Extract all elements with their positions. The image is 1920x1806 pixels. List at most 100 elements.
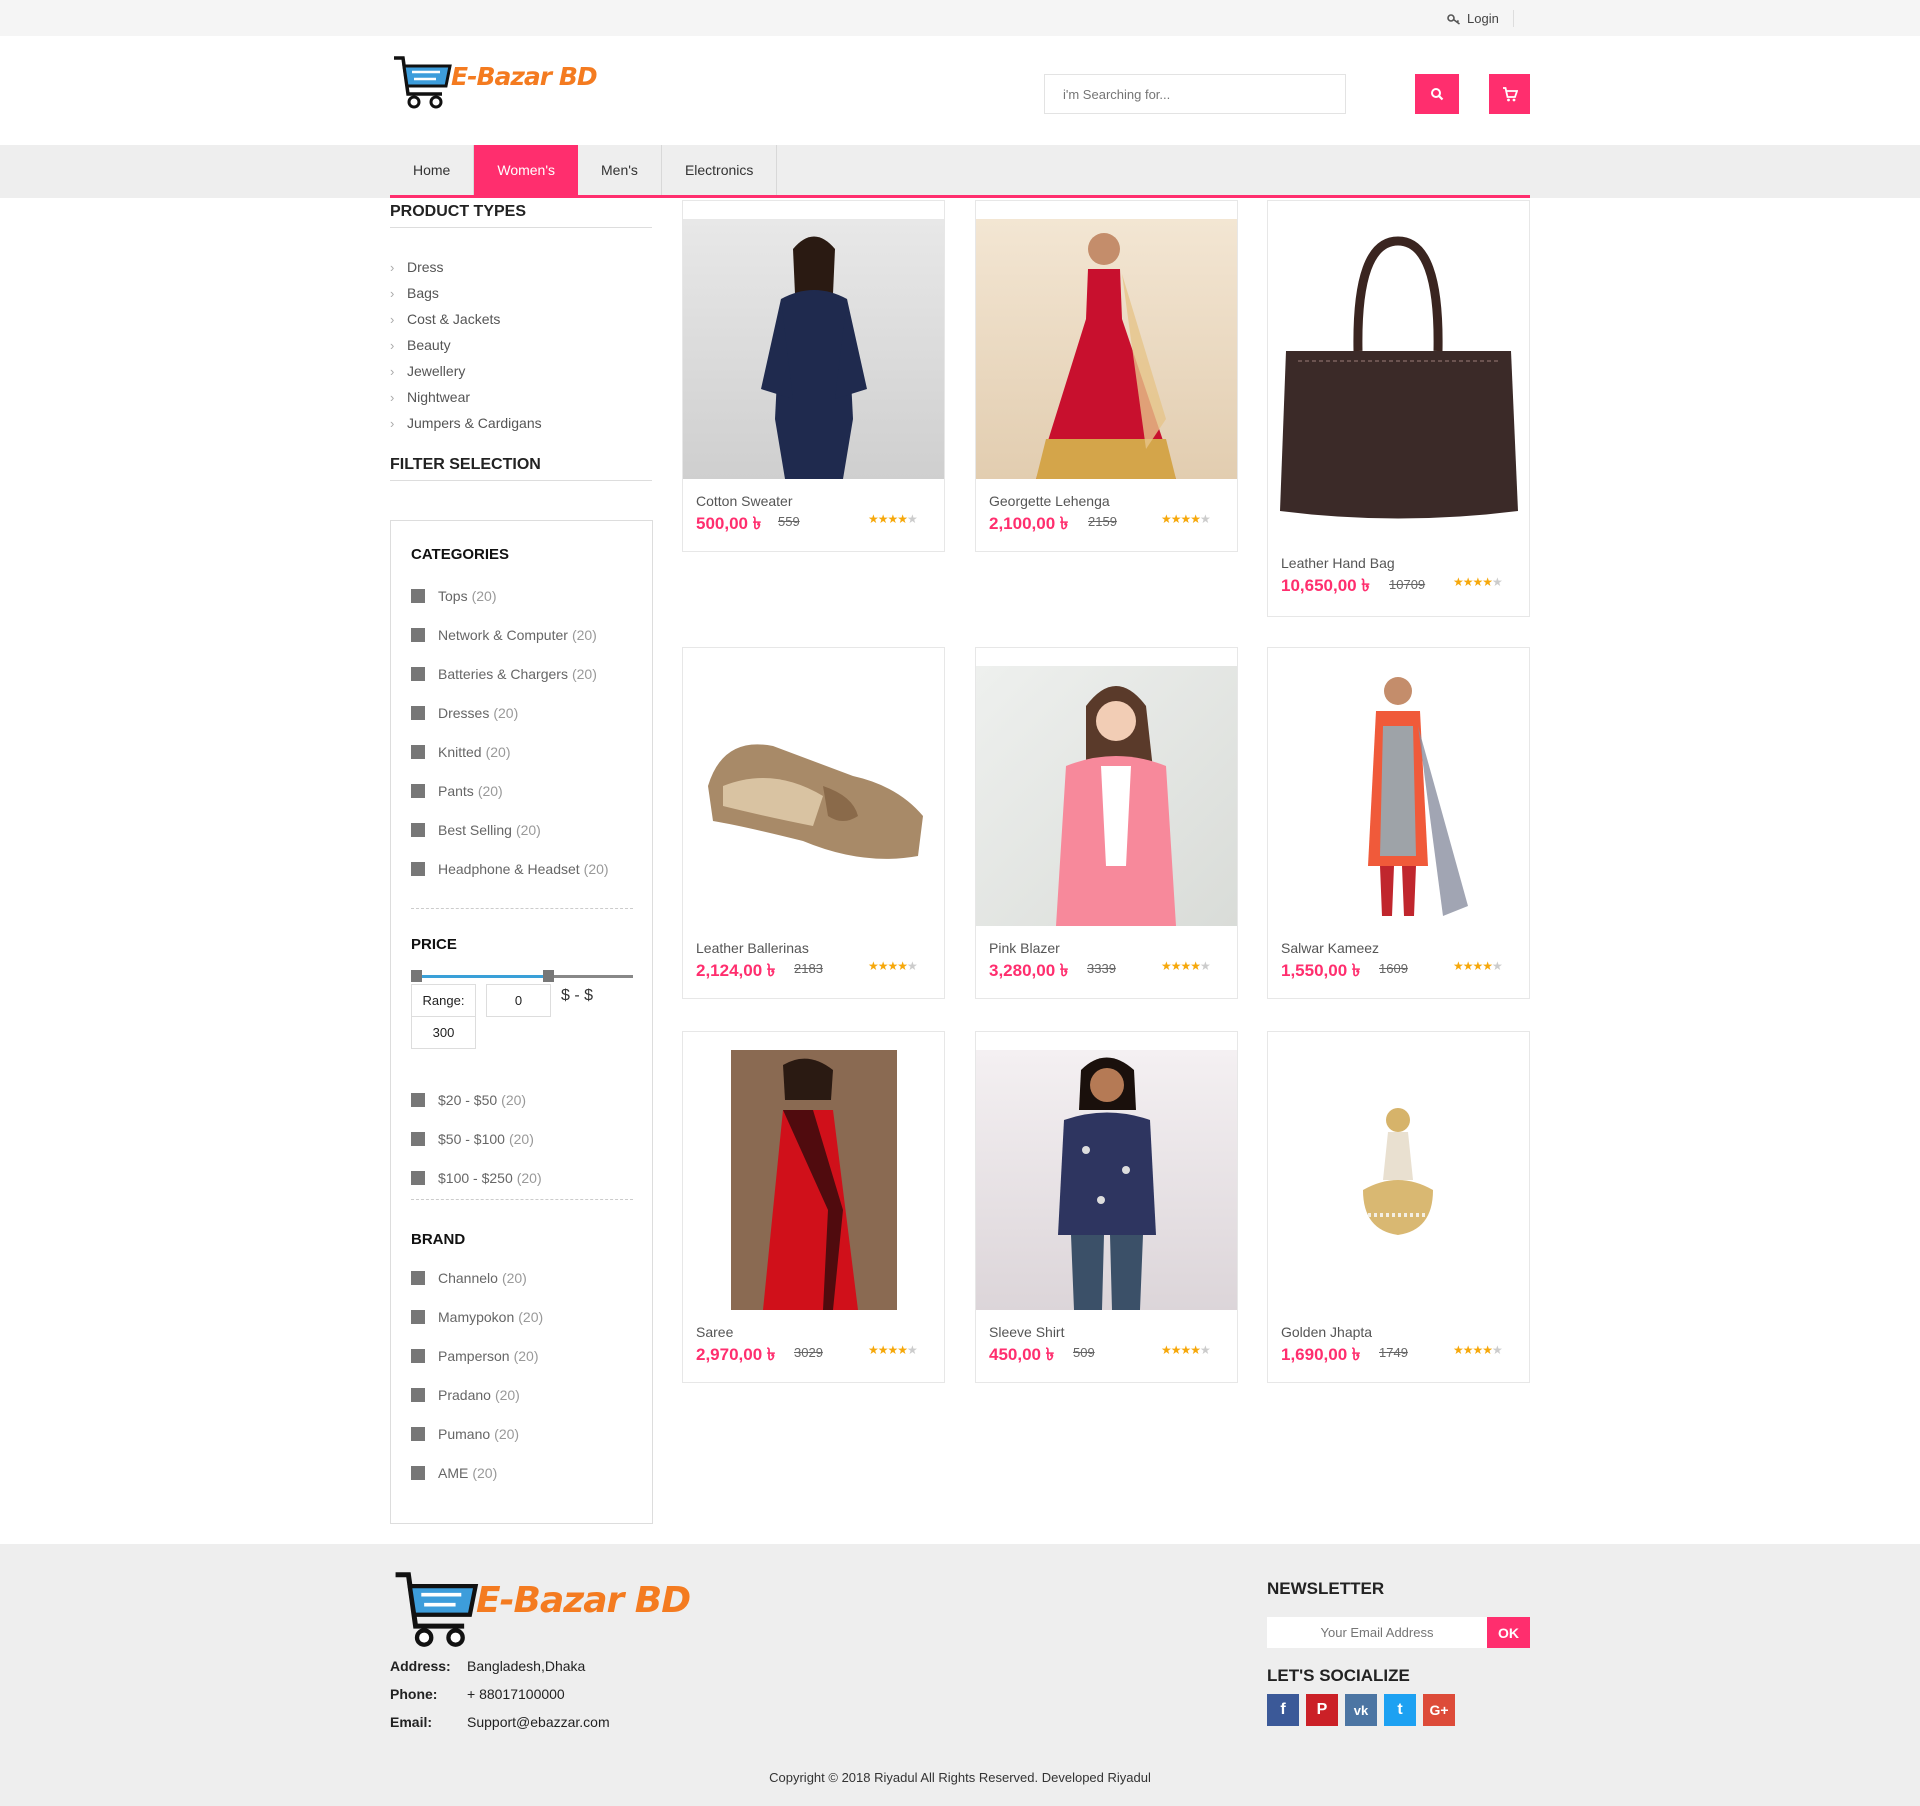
search-button[interactable] [1415,74,1459,114]
nav-item-home[interactable]: Home [390,145,475,195]
checkbox[interactable] [411,861,425,876]
product-image[interactable] [1268,1050,1529,1310]
price-filter[interactable]: $100 - $250 (20) [411,1158,542,1197]
brand-filter[interactable]: Pamperson (20) [411,1336,543,1375]
product-name[interactable]: Leather Hand Bag [1281,555,1395,571]
checkbox[interactable] [411,1092,425,1107]
product-type-label: Bags [407,285,439,301]
facebook-icon[interactable]: f [1267,1694,1299,1726]
checkbox[interactable] [411,705,425,720]
product-card[interactable]: Georgette Lehenga 2,100,00 ৳ 2159 ★★★★★ [975,200,1238,552]
range-max-input[interactable]: 300 [411,1016,476,1049]
price-slider-max-handle[interactable] [543,970,554,982]
filter-count: (20) [501,1091,527,1108]
product-old-price: 1749 [1379,1345,1408,1360]
login-link[interactable]: Login [1447,10,1514,27]
price-slider-min-handle[interactable] [411,970,422,982]
product-card[interactable]: Leather Hand Bag 10,650,00 ৳ 10709 ★★★★★ [1267,200,1530,617]
product-type-item[interactable]: › Nightwear [390,384,542,410]
product-type-item[interactable]: › Jewellery [390,358,542,384]
product-card[interactable]: Leather Ballerinas 2,124,00 ৳ 2183 ★★★★★ [682,647,945,999]
chevron-right-icon: › [390,363,395,379]
product-name[interactable]: Georgette Lehenga [989,493,1110,509]
checkbox[interactable] [411,1465,425,1480]
email-value[interactable]: Support@ebazzar.com [467,1714,610,1730]
checkbox[interactable] [411,1348,425,1363]
product-image[interactable] [976,1050,1237,1310]
product-name[interactable]: Saree [696,1324,733,1340]
product-card[interactable]: Pink Blazer 3,280,00 ৳ 3339 ★★★★★ [975,647,1238,999]
checkbox[interactable] [411,1309,425,1324]
key-icon [1447,13,1460,25]
product-name[interactable]: Leather Ballerinas [696,940,809,956]
category-filter[interactable]: Dresses (20) [411,693,609,732]
product-name[interactable]: Salwar Kameez [1281,940,1379,956]
category-filter[interactable]: Headphone & Headset (20) [411,849,609,888]
category-filter[interactable]: Tops (20) [411,576,609,615]
product-card[interactable]: Golden Jhapta 1,690,00 ৳ 1749 ★★★★★ [1267,1031,1530,1383]
brand-filter[interactable]: AME (20) [411,1453,543,1492]
checkbox[interactable] [411,1131,425,1146]
product-card[interactable]: Cotton Sweater 500,00 ৳ 559 ★★★★★ [682,200,945,552]
brand-filter[interactable]: Pumano (20) [411,1414,543,1453]
checkbox[interactable] [411,666,425,681]
product-image[interactable] [976,219,1237,479]
newsletter-email-input[interactable] [1267,1617,1487,1648]
filter-selection-title: FILTER SELECTION [390,456,652,481]
google-plus-icon[interactable]: G+ [1423,1694,1455,1726]
range-min-input[interactable]: 0 [486,984,551,1017]
nav-item-womens[interactable]: Women's [474,145,579,195]
brand-filter[interactable]: Pradano (20) [411,1375,543,1414]
pinterest-icon[interactable]: P [1306,1694,1338,1726]
category-filter[interactable]: Knitted (20) [411,732,609,771]
product-type-item[interactable]: › Jumpers & Cardigans [390,410,542,436]
category-filter[interactable]: Best Selling (20) [411,810,609,849]
product-type-item[interactable]: › Beauty [390,332,542,358]
price-slider[interactable] [411,970,633,982]
product-name[interactable]: Golden Jhapta [1281,1324,1372,1340]
product-image[interactable] [1268,221,1529,531]
category-filter[interactable]: Pants (20) [411,771,609,810]
cart-logo-icon [394,56,452,109]
product-name[interactable]: Sleeve Shirt [989,1324,1064,1340]
vk-icon[interactable]: vk [1345,1694,1377,1726]
search-input[interactable] [1045,75,1345,113]
checkbox[interactable] [411,822,425,837]
category-filter[interactable]: Batteries & Chargers (20) [411,654,609,693]
category-filter[interactable]: Network & Computer (20) [411,615,609,654]
product-card[interactable]: Sleeve Shirt 450,00 ৳ 509 ★★★★★ [975,1031,1238,1383]
product-card[interactable]: Salwar Kameez 1,550,00 ৳ 1609 ★★★★★ [1267,647,1530,999]
product-type-item[interactable]: › Bags [390,280,542,306]
footer-logo[interactable]: E-Bazar BD [392,1569,691,1649]
product-image[interactable] [1268,666,1529,926]
checkbox[interactable] [411,783,425,798]
brand-filter[interactable]: Mamypokon (20) [411,1297,543,1336]
brand-filter[interactable]: Channelo (20) [411,1258,543,1297]
checkbox[interactable] [411,588,425,603]
product-image[interactable] [683,666,944,926]
checkbox[interactable] [411,1170,425,1185]
site-logo[interactable]: E-Bazar BD [392,54,598,110]
price-filter[interactable]: $50 - $100 (20) [411,1119,542,1158]
product-type-item[interactable]: › Cost & Jackets [390,306,542,332]
nav-item-electronics[interactable]: Electronics [662,145,778,195]
checkbox[interactable] [411,627,425,642]
cart-button[interactable] [1489,74,1530,114]
product-image[interactable] [976,666,1237,926]
checkbox[interactable] [411,1270,425,1285]
product-old-price: 3029 [794,1345,823,1360]
checkbox[interactable] [411,1426,425,1441]
nav-item-mens[interactable]: Men's [578,145,662,195]
checkbox[interactable] [411,1387,425,1402]
product-image[interactable] [683,219,944,479]
product-name[interactable]: Cotton Sweater [696,493,793,509]
product-image[interactable] [683,1050,944,1310]
price-filter[interactable]: $20 - $50 (20) [411,1080,542,1119]
product-card[interactable]: Saree 2,970,00 ৳ 3029 ★★★★★ [682,1031,945,1383]
checkbox[interactable] [411,744,425,759]
newsletter-ok-button[interactable]: OK [1487,1617,1530,1648]
product-name[interactable]: Pink Blazer [989,940,1060,956]
product-type-item[interactable]: › Dress [390,254,542,280]
nav-underline [390,195,1530,198]
twitter-icon[interactable]: t [1384,1694,1416,1726]
